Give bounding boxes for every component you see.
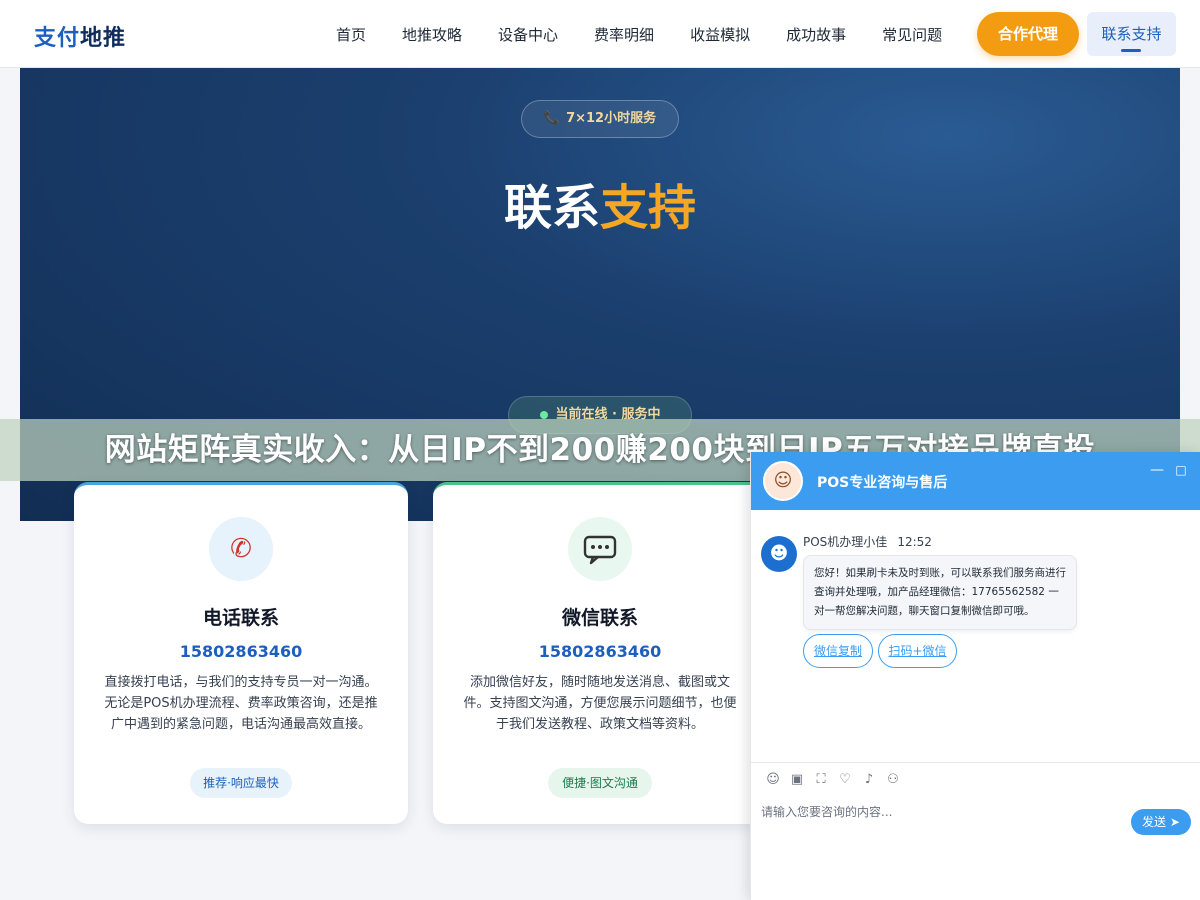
image-icon[interactable]: ▣: [785, 770, 809, 790]
agent-avatar: ☻: [761, 536, 797, 572]
card-description: 添加微信好友，随时随地发送消息、截图或文件。支持图文沟通，方便您展示问题细节，也…: [463, 675, 737, 732]
message-bubble: 您好！如果刷卡未及时到账，可以联系我们服务商进行查询并处理哦，加产品经理微信：1…: [803, 555, 1077, 630]
nav-home[interactable]: 首页: [336, 24, 366, 45]
chat-widget: ☺ POS专业咨询与售后 — □ ☻ POS机办理小佳 12:52 您好！如果刷卡…: [750, 452, 1200, 900]
wechat-contact-card: 微信联系 15802863460 添加微信好友，随时随地发送消息、截图或文件。支…: [433, 482, 767, 824]
maximize-icon[interactable]: □: [1173, 462, 1189, 478]
screenshot-icon[interactable]: ⛶: [809, 770, 833, 790]
message-meta: POS机办理小佳 12:52: [803, 533, 932, 550]
title-part-orange: 支持: [600, 180, 697, 236]
divider: [751, 762, 1200, 763]
message-time: 12:52: [897, 535, 932, 549]
phone-icon: ✆: [209, 517, 273, 581]
phone-number[interactable]: 15802863460: [74, 642, 408, 661]
support-avatar: ☺: [763, 461, 803, 501]
card-description: 直接拨打电话，与我们的支持专员一对一沟通。无论是POS机办理流程、费率政策咨询，…: [104, 675, 378, 732]
chat-header: ☺ POS专业咨询与售后 — □: [751, 452, 1200, 510]
phone-icon: 📞: [543, 111, 561, 126]
nav-rates[interactable]: 费率明细: [594, 24, 654, 45]
title-part-white: 联系: [503, 180, 600, 236]
chat-title: POS专业咨询与售后: [817, 475, 948, 491]
nav-contact-support[interactable]: 联系支持: [1087, 12, 1176, 56]
copy-wechat-button[interactable]: 微信复制: [803, 634, 873, 668]
nav-faq[interactable]: 常见问题: [882, 24, 942, 45]
card-title: 微信联系: [561, 607, 638, 629]
scan-wechat-button[interactable]: 扫码+微信: [878, 634, 957, 668]
card-title: 电话联系: [202, 607, 279, 629]
nav-guide[interactable]: 地推攻略: [402, 24, 462, 45]
nav-stories[interactable]: 成功故事: [786, 24, 846, 45]
wechat-icon[interactable]: ⚇: [881, 770, 905, 790]
evaluate-icon[interactable]: ♡: [833, 770, 857, 790]
nav-devices[interactable]: 设备中心: [498, 24, 558, 45]
send-label: 发送: [1142, 815, 1167, 829]
partner-button[interactable]: 合作代理: [977, 12, 1079, 56]
phone-contact-card: ✆ 电话联系 15802863460 直接拨打电话，与我们的支持专员一对一沟通。…: [74, 482, 408, 824]
logo-part-1: 支付: [34, 26, 81, 51]
agent-name: POS机办理小佳: [803, 535, 888, 549]
chat-message-input[interactable]: [761, 800, 1121, 824]
nav-earnings[interactable]: 收益模拟: [690, 24, 750, 45]
chat-toolbar: ☺ ▣ ⛶ ♡ ♪ ⚇: [761, 770, 905, 790]
logo-part-2: 地推: [80, 26, 127, 51]
page-title: 联系支持: [20, 168, 1180, 238]
emoji-icon[interactable]: ☺: [761, 770, 785, 790]
service-hours-badge: 📞 7×12小时服务: [521, 100, 679, 138]
wechat-number[interactable]: 15802863460: [433, 642, 767, 661]
chat-icon: [568, 517, 632, 581]
send-arrow-icon: ➤: [1169, 815, 1180, 829]
online-dot-icon: [539, 410, 548, 419]
send-button[interactable]: 发送 ➤: [1131, 809, 1191, 835]
card-tag: 推荐·响应最快: [190, 768, 292, 798]
site-logo[interactable]: 支付地推: [34, 20, 126, 52]
card-tag: 便捷·图文沟通: [548, 768, 652, 798]
minimize-icon[interactable]: —: [1149, 462, 1165, 478]
service-hours-text: 7×12小时服务: [566, 111, 657, 126]
nav-links: 首页 地推攻略 设备中心 费率明细 收益模拟 成功故事 常见问题: [318, 0, 960, 68]
sound-icon[interactable]: ♪: [857, 770, 881, 790]
top-navigation: 支付地推 首页 地推攻略 设备中心 费率明细 收益模拟 成功故事 常见问题 合作…: [0, 0, 1200, 68]
